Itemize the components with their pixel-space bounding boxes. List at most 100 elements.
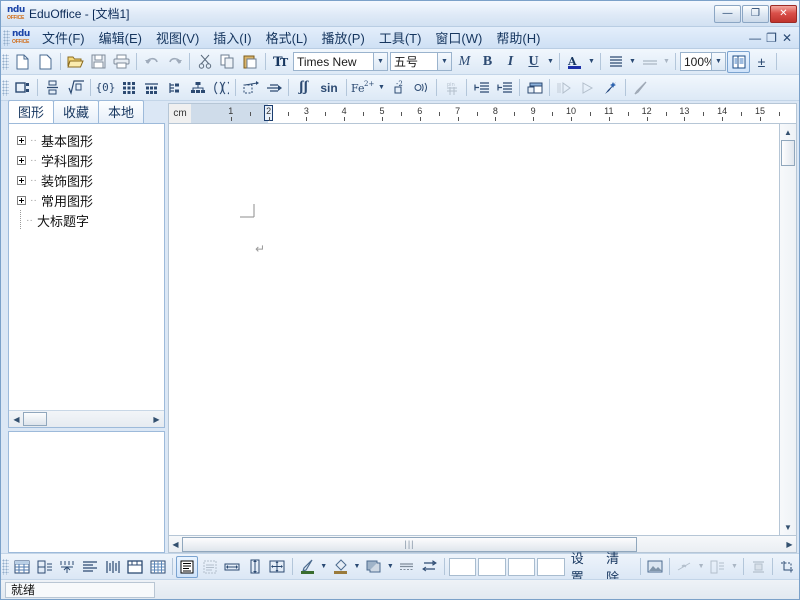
image-icon[interactable] [644,556,667,578]
chevron-down-icon[interactable]: ▼ [711,53,725,70]
underline-chevron-down-icon[interactable]: ▼ [545,51,556,73]
font-effect-button[interactable]: M [453,51,476,73]
document-horizontal-scrollbar[interactable]: ◀ ||| ▶ [168,536,797,553]
chemistry-chevron-down-icon[interactable]: ▼ [376,77,387,99]
color-swatch[interactable] [448,557,477,576]
pinyin-icon[interactable]: pin [440,77,463,99]
fraction-icon[interactable] [41,77,64,99]
tab-favorites[interactable]: 收藏 [53,100,100,123]
border-style-icon[interactable] [396,556,419,578]
select-area-icon[interactable] [239,77,262,99]
scroll-right-icon[interactable]: ▶ [150,412,163,426]
color-swatch[interactable] [537,557,565,576]
braces-icon[interactable]: {0} [94,77,117,99]
menu-item-format[interactable]: 格式(L) [259,26,315,49]
align-top-icon[interactable] [175,555,199,578]
underline-button[interactable]: U [522,51,545,73]
magic-pen-icon[interactable] [599,77,622,99]
document-page[interactable]: ↵ [168,123,780,536]
tree-item-big-title-text[interactable]: ·· 大标题字 [17,210,164,230]
tree-item-subject-shapes[interactable]: ·· 学科图形 [17,150,164,170]
save-icon[interactable] [87,51,110,73]
align-chevron-down-icon[interactable]: ▼ [627,51,638,73]
tree-item-decorative-shapes[interactable]: ·· 装饰图形 [17,170,164,190]
close-button[interactable]: ✕ [770,4,797,23]
formula-toolbar-drag-handle[interactable] [2,79,9,96]
new-document-icon[interactable] [11,51,34,73]
superscript-icon[interactable]: -2 [387,77,410,99]
open-folder-icon[interactable] [64,51,87,73]
structure-icon[interactable] [186,77,209,99]
pen-color-icon[interactable] [296,556,319,578]
paste-icon[interactable] [239,51,262,73]
chevron-down-icon[interactable]: ▼ [373,53,387,70]
align-icon[interactable] [604,51,627,73]
menu-item-insert[interactable]: 插入(I) [206,26,258,49]
font-name-combo[interactable]: Times New ▼ [293,52,388,71]
indent-decrease-icon[interactable] [470,77,493,99]
scrollbar-thumb[interactable] [23,412,47,426]
shadow-icon[interactable] [362,556,385,578]
doc-close-button[interactable]: ✕ [782,31,792,45]
zoom-combo[interactable]: 100% ▼ [680,52,726,71]
menu-item-edit[interactable]: 编辑(E) [92,26,149,49]
indent-increase-icon[interactable] [493,77,516,99]
window-insert-icon[interactable] [523,77,546,99]
fill-color-icon[interactable] [329,556,352,578]
layout-chevron-down-icon[interactable]: ▼ [729,556,740,578]
new-document-alt-icon[interactable] [34,51,57,73]
tree-icon[interactable] [163,77,186,99]
group-icon[interactable] [747,556,770,578]
doc-restore-button[interactable]: ❐ [766,31,777,45]
scrollbar-thumb[interactable] [781,140,795,166]
parentheses-icon[interactable] [209,77,232,99]
merge-cells-icon[interactable] [56,556,79,578]
play-icon[interactable] [576,77,599,99]
autofit-icon[interactable] [266,556,289,578]
fill-color-chevron-down-icon[interactable]: ▼ [352,556,363,578]
font-size-combo[interactable]: 五号 ▼ [390,52,452,71]
sound-icon[interactable] [410,77,433,99]
expand-plus-icon[interactable] [17,175,26,185]
chevron-down-icon[interactable]: ▼ [437,53,451,70]
expand-plus-icon[interactable] [17,195,26,205]
scroll-left-icon[interactable]: ◀ [10,412,23,426]
link-chevron-down-icon[interactable]: ▼ [696,556,707,578]
width-icon[interactable] [221,556,244,578]
maximize-button[interactable]: ❐ [742,4,769,23]
sidebar-horizontal-scrollbar[interactable]: ◀ ▶ [9,410,164,427]
layout-icon[interactable] [707,556,730,578]
trig-icon[interactable]: sin [315,77,343,99]
menu-item-tools[interactable]: 工具(T) [372,26,429,49]
play-all-icon[interactable] [553,77,576,99]
copy-icon[interactable] [216,51,239,73]
color-swatch[interactable] [507,557,536,576]
columns-icon[interactable] [727,50,750,73]
text-color-chevron-down-icon[interactable]: ▼ [586,51,597,73]
menu-item-help[interactable]: 帮助(H) [489,26,547,49]
matrix-bottom-icon[interactable] [140,77,163,99]
menu-item-play[interactable]: 播放(P) [314,26,371,49]
ruler-track[interactable]: 1 2 3 4 5 6 7 8 9 10 11 12 13 14 15 [191,104,796,123]
crop-icon[interactable] [776,556,799,578]
italic-button[interactable]: I [499,51,522,73]
doc-minimize-button[interactable]: — [749,31,761,45]
line-style-icon[interactable] [638,51,661,73]
tab-shapes[interactable]: 图形 [8,100,55,123]
chemistry-icon[interactable]: Fe 2+ [350,77,376,99]
undo-icon[interactable] [140,51,163,73]
table-border-icon[interactable] [124,556,147,578]
pen-color-chevron-down-icon[interactable]: ▼ [318,556,329,578]
object-icon[interactable] [11,77,34,99]
toolbar-drag-handle[interactable] [2,53,9,70]
line-style-chevron-down-icon[interactable]: ▼ [661,51,672,73]
shape-preview-panel[interactable] [8,431,165,553]
redo-icon[interactable] [163,51,186,73]
height-icon[interactable] [244,556,267,578]
horizontal-ruler[interactable]: cm 1 2 3 4 5 6 7 8 9 10 11 12 13 14 15 [168,103,797,123]
scroll-right-icon[interactable]: ▶ [783,537,796,551]
cut-icon[interactable] [193,51,216,73]
menu-item-file[interactable]: 文件(F) [35,26,92,49]
plus-minus-button[interactable]: ± [750,51,773,73]
color-swatch[interactable] [478,557,506,576]
